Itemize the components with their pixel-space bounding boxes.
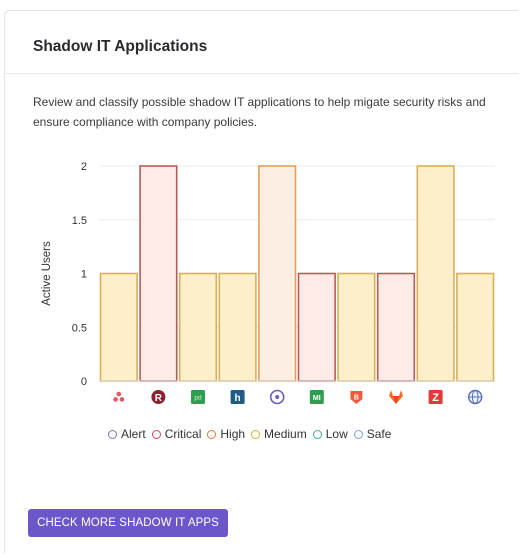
legend-item-medium[interactable]: Medium — [251, 427, 307, 441]
legend-item-low[interactable]: Low — [312, 427, 348, 441]
legend-item-safe[interactable]: Safe — [353, 427, 392, 441]
bar-target — [258, 165, 297, 382]
pd-icon: pd — [191, 390, 205, 404]
target-icon — [269, 389, 285, 405]
y-tick-label: 0.5 — [72, 322, 87, 334]
legend-label: Low — [325, 427, 348, 441]
bar-asana — [99, 272, 138, 382]
y-tick-label: 2 — [81, 161, 87, 173]
legend-swatch-low — [312, 429, 322, 439]
legend-swatch-medium — [251, 429, 261, 439]
h-icon: h — [230, 390, 245, 404]
bar-b — [337, 272, 376, 382]
bar-gitlab — [376, 272, 416, 382]
svg-text:R: R — [155, 393, 163, 404]
legend-swatch-critical — [151, 429, 161, 439]
bar-h — [218, 272, 257, 382]
y-tick-label: 1 — [81, 269, 87, 281]
legend-label: Safe — [366, 427, 392, 441]
mi-icon: MI — [309, 390, 324, 404]
bar-mi — [297, 272, 336, 382]
legend-swatch-high — [207, 429, 217, 439]
bar-r — [139, 165, 178, 382]
bar-globe — [456, 272, 495, 382]
svg-text:h: h — [235, 393, 241, 404]
svg-text:B: B — [354, 394, 359, 401]
legend-label: High — [220, 427, 246, 441]
y-tick-label: 1.5 — [72, 215, 87, 227]
y-axis-label: Active Users — [41, 241, 53, 306]
legend-item-critical[interactable]: Critical — [151, 427, 202, 441]
asana-icon — [113, 391, 125, 402]
legend-label: Medium — [264, 427, 307, 441]
gitlab-icon — [389, 390, 403, 404]
svg-text:pd: pd — [194, 395, 202, 402]
legend-label: Alert — [121, 427, 146, 441]
z-icon: Z — [428, 390, 443, 404]
chart-legend: Alert Critical High Medium Low Safe — [108, 427, 397, 441]
bar-z — [416, 165, 455, 382]
svg-text:MI: MI — [313, 395, 321, 402]
svg-text:Z: Z — [432, 392, 439, 404]
bar-pd — [178, 272, 218, 382]
legend-item-high[interactable]: High — [207, 427, 245, 441]
b-icon: B — [350, 391, 363, 404]
active-users-bar-chart: 0 0.5 1 1.5 2 Active Users R pd h MI B Z — [41, 161, 495, 405]
r-icon: R — [151, 390, 166, 404]
legend-swatch-alert — [108, 429, 117, 439]
globe-icon — [468, 389, 483, 405]
legend-swatch-safe — [353, 429, 363, 439]
legend-item-alert[interactable]: Alert — [108, 427, 146, 441]
y-tick-label: 0 — [81, 376, 87, 388]
legend-label: Critical — [164, 427, 202, 441]
check-more-shadow-it-apps-button[interactable]: CHECK MORE SHADOW IT APPS — [28, 509, 228, 537]
